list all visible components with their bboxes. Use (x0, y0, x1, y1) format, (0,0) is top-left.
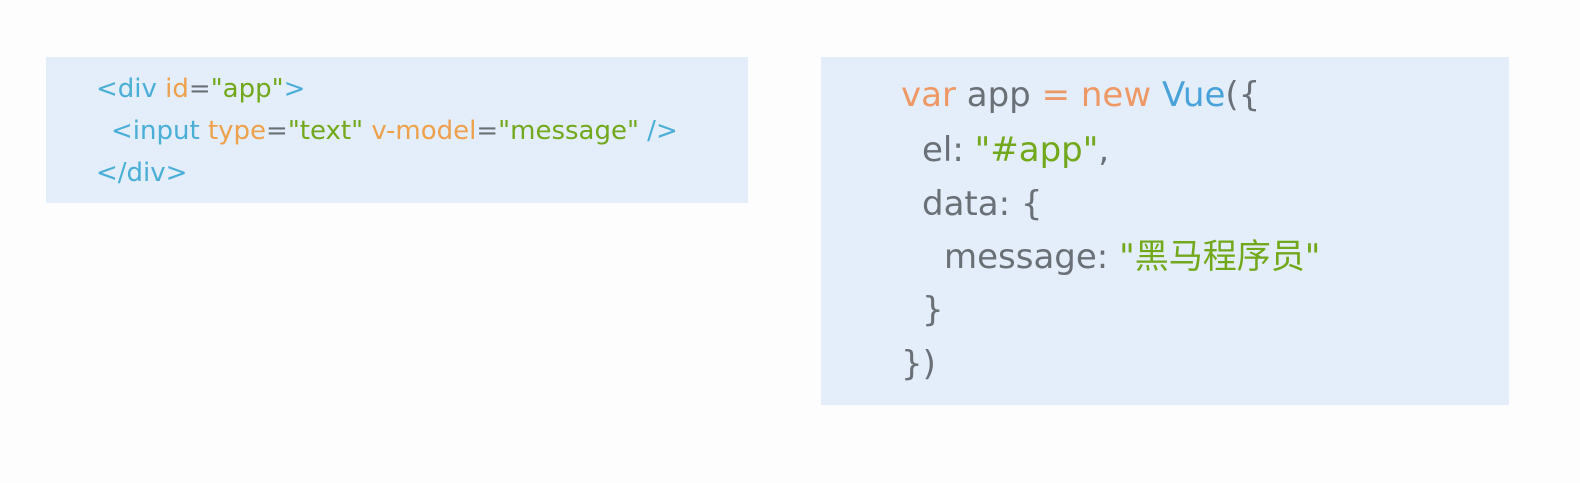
class-name: Vue (1161, 75, 1226, 115)
comma: , (1098, 130, 1110, 170)
js-code-line-6: }) (901, 347, 936, 381)
assign-operator: = (1041, 75, 1081, 115)
attribute-value: "app" (210, 74, 284, 104)
tag-open: <div (96, 74, 166, 104)
string-value: "#app" (974, 130, 1099, 170)
property-key: message: (944, 237, 1120, 277)
attribute-name: type (207, 116, 267, 146)
html-code-line-1: <div id="app"> (96, 76, 305, 102)
attribute-name: id (165, 74, 189, 104)
js-code-line-1: var app = new Vue({ (901, 78, 1260, 112)
tag-open: <input (111, 116, 208, 146)
js-code-line-2: el: "#app", (922, 133, 1109, 167)
equals-sign: = (188, 74, 211, 104)
tag-close: > (283, 74, 306, 104)
tag-close: /> (638, 116, 678, 146)
equals-sign: = (476, 116, 499, 146)
js-code-line-5: } (922, 293, 944, 327)
html-code-line-3: </div> (96, 160, 187, 186)
html-code-line-2: <input type="text" v-model="message" /> (111, 118, 678, 144)
data-object-close: } (922, 290, 944, 330)
html-code-panel: <div id="app"> <input type="text" v-mode… (46, 57, 748, 203)
attribute-name: v-model (371, 116, 477, 146)
call-close: }) (901, 344, 936, 384)
open-paren-brace: ({ (1225, 75, 1261, 115)
equals-sign: = (266, 116, 288, 146)
closing-tag: </div> (96, 158, 188, 188)
data-object-open: data: { (922, 184, 1043, 224)
variable-name: app (955, 75, 1042, 115)
attribute-value: "text" (287, 116, 364, 146)
attribute-value: "message" (498, 116, 639, 146)
js-code-line-3: data: { (922, 187, 1042, 221)
property-key: el: (922, 130, 975, 170)
string-value: "黑马程序员" (1119, 237, 1321, 277)
js-code-line-4: message: "黑马程序员" (944, 240, 1320, 274)
js-code-panel: var app = new Vue({ el: "#app", data: { … (821, 57, 1509, 405)
keyword-new: new (1080, 75, 1162, 115)
keyword-var: var (901, 75, 956, 115)
